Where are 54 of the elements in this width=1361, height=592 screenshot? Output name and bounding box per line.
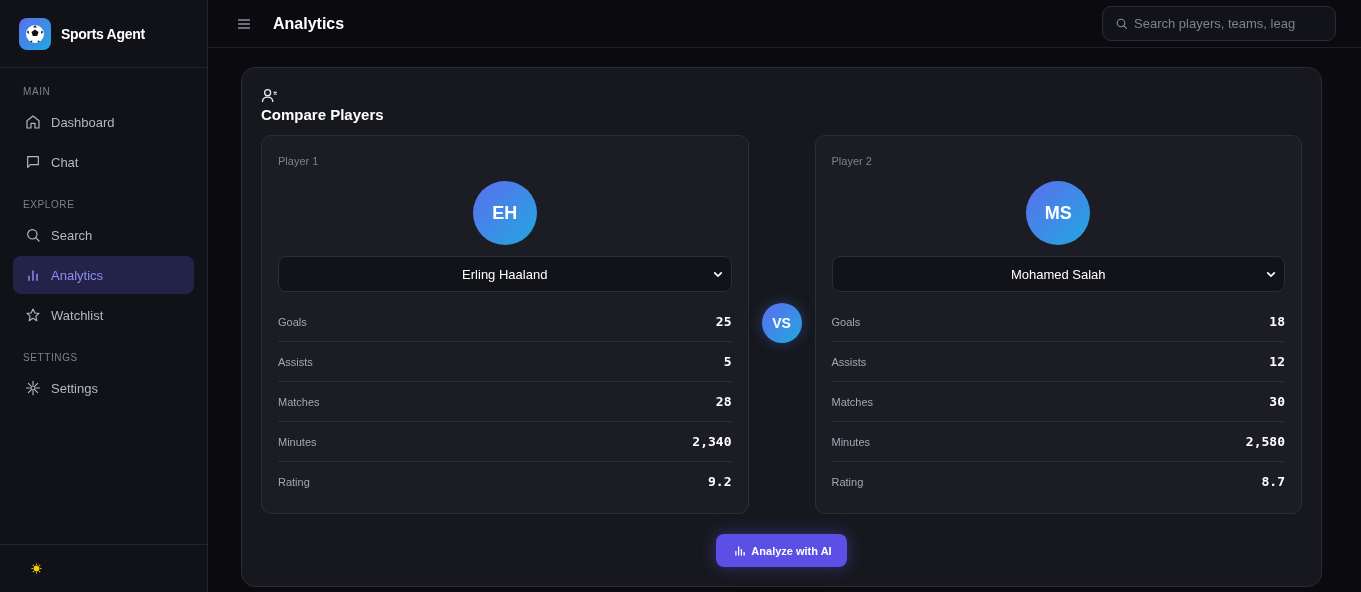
player-select[interactable]: Mohamed Salah [831, 256, 1285, 292]
chevron-down-icon [712, 270, 723, 278]
chat-icon [25, 154, 41, 170]
sidebar-item[interactable]: Analytics [13, 256, 194, 294]
sidebar-item[interactable]: Chat [13, 143, 194, 181]
stat-value: 18 [1269, 314, 1285, 329]
person-remove-icon [261, 88, 278, 103]
player-avatar: EH [472, 181, 537, 245]
bar-chart-icon [734, 545, 748, 556]
section-label: SETTINGS [22, 351, 79, 365]
card-title: Compare Players [261, 106, 385, 123]
stat-value: 8.7 [1261, 474, 1285, 489]
stat-value: 28 [715, 394, 732, 409]
home-icon [25, 114, 41, 130]
sidebar-item[interactable]: Settings [13, 369, 194, 407]
stat-label: Matches [831, 395, 874, 408]
stat-value: 9.2 [708, 474, 732, 489]
analyze-button[interactable]: Analyze with AI [716, 534, 847, 567]
stat-label: Assists [278, 355, 313, 368]
player-avatar: MS [1026, 181, 1091, 245]
star-icon [25, 307, 41, 323]
stat-value: 12 [1269, 354, 1285, 369]
settings-icon [25, 380, 41, 396]
stat-label: Goals [831, 315, 861, 328]
section-label: MAIN [22, 85, 52, 99]
bar-chart-icon [25, 267, 41, 283]
player-label: Player 2 [831, 155, 873, 167]
vs-badge: VS [761, 303, 802, 343]
search-icon [25, 227, 41, 243]
player-select[interactable]: Erling Haaland [278, 256, 732, 292]
section-label: EXPLORE [22, 198, 76, 212]
stat-label: Rating [278, 475, 310, 488]
app-name: Sports Agent [61, 25, 145, 42]
sidebar-item[interactable]: Dashboard [13, 103, 194, 141]
sun-icon[interactable] [31, 563, 42, 574]
sidebar-item[interactable]: Watchlist [13, 296, 194, 334]
stat-label: Minutes [278, 435, 317, 448]
search-field[interactable]: Search players, teams, leag [1102, 6, 1336, 41]
stat-label: Minutes [831, 435, 871, 448]
stat-label: Assists [831, 355, 867, 368]
stat-label: Matches [278, 395, 320, 408]
stat-value: 2,340 [692, 434, 732, 449]
stat-value: 30 [1269, 394, 1285, 409]
stat-value: 2,580 [1245, 434, 1285, 449]
menu-icon[interactable] [237, 17, 251, 30]
stat-value: 5 [723, 354, 732, 369]
chevron-down-icon [1266, 270, 1276, 278]
stat-value: 25 [715, 314, 732, 329]
sidebar-item[interactable]: Search [13, 216, 194, 254]
stat-label: Goals [278, 315, 307, 328]
page-title: Analytics [273, 14, 346, 33]
player-label: Player 1 [278, 155, 320, 167]
stat-label: Rating [831, 475, 864, 488]
soccer-ball-logo [19, 17, 51, 50]
